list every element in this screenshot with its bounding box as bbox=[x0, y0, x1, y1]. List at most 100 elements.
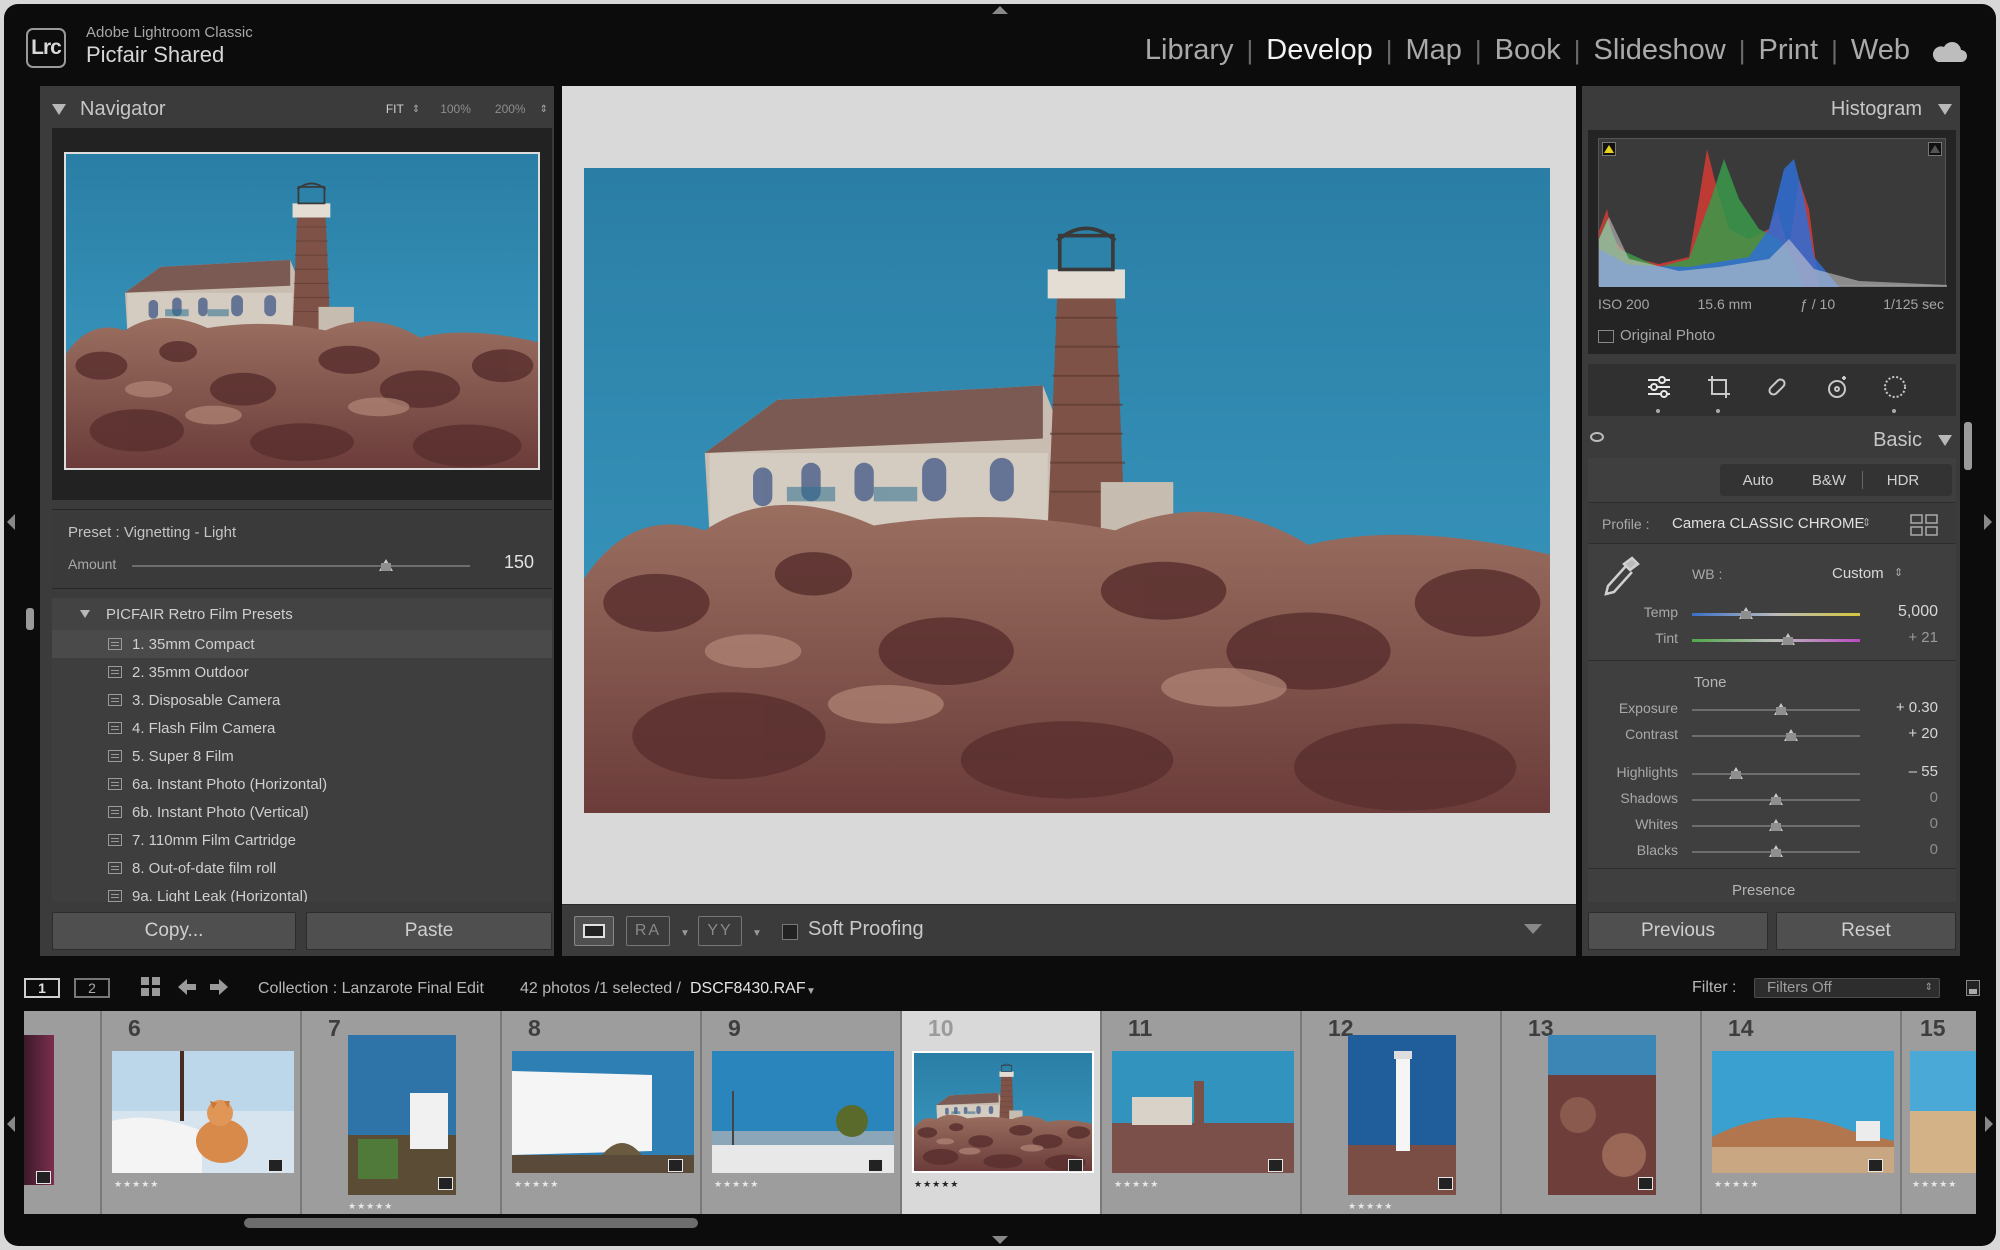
preset-item[interactable]: 5. Super 8 Film bbox=[108, 742, 552, 770]
before-after-view-icon[interactable]: RA bbox=[626, 916, 670, 946]
filmstrip-cell-selected[interactable]: 10 ★★★★★ bbox=[902, 1011, 1102, 1214]
zoom-fit[interactable]: FIT bbox=[386, 102, 404, 116]
hdr-button[interactable]: HDR bbox=[1863, 472, 1943, 489]
contrast-slider[interactable] bbox=[1692, 729, 1860, 741]
collection-name[interactable]: Collection : Lanzarote Final Edit bbox=[258, 980, 484, 998]
zoom-fit-chevron-icon[interactable]: ⇕ bbox=[412, 104, 420, 115]
filmstrip-cell[interactable]: 15 ★★★★★ bbox=[1902, 1011, 1976, 1214]
screen-1-button[interactable]: 1 bbox=[24, 978, 60, 998]
screen-2-button[interactable]: 2 bbox=[74, 978, 110, 998]
module-book[interactable]: Book bbox=[1495, 34, 1561, 67]
whites-slider[interactable] bbox=[1692, 819, 1860, 831]
toolbar-options-icon[interactable] bbox=[1524, 924, 1542, 934]
zoom-100[interactable]: 100% bbox=[440, 102, 471, 116]
collapse-triangle-icon[interactable] bbox=[52, 103, 66, 115]
right-scrollbar-handle[interactable] bbox=[1964, 422, 1972, 470]
preset-group[interactable]: PICFAIR Retro Film Presets bbox=[80, 600, 293, 628]
basic-panel-visibility-eye-icon[interactable] bbox=[1590, 432, 1604, 442]
dropdown-arrow-icon[interactable]: ▼ bbox=[680, 928, 690, 939]
filmstrip-scrollbar-handle[interactable] bbox=[244, 1218, 698, 1228]
filmstrip-cell[interactable]: 11 ★★★★★ bbox=[1102, 1011, 1302, 1214]
preset-item[interactable]: 9a. Light Leak (Horizontal) bbox=[108, 882, 552, 902]
whites-slider-thumb[interactable] bbox=[1769, 819, 1783, 831]
filmstrip-cell[interactable]: 8 ★★★★★ bbox=[502, 1011, 702, 1214]
filmstrip-left-arrow-icon[interactable] bbox=[7, 1116, 15, 1132]
shadow-clipping-icon[interactable] bbox=[1602, 142, 1616, 156]
zoom-chevron-icon[interactable]: ⇕ bbox=[540, 104, 548, 115]
filter-lock-icon[interactable] bbox=[1966, 980, 1980, 996]
edit-sliders-icon[interactable] bbox=[1646, 374, 1672, 400]
star-rating[interactable]: ★★★★★ bbox=[1714, 1179, 1759, 1190]
main-photo[interactable] bbox=[584, 168, 1550, 813]
filmstrip-thumbnail-desert[interactable] bbox=[1910, 1051, 1976, 1173]
blacks-slider-thumb[interactable] bbox=[1769, 845, 1783, 857]
temp-slider-thumb[interactable] bbox=[1738, 607, 1753, 619]
module-print[interactable]: Print bbox=[1758, 34, 1818, 67]
dropdown-arrow-icon[interactable]: ▼ bbox=[752, 928, 762, 939]
star-rating[interactable]: ★★★★★ bbox=[1912, 1179, 1957, 1190]
previous-button[interactable]: Previous bbox=[1588, 912, 1768, 950]
preset-item[interactable]: 6b. Instant Photo (Vertical) bbox=[108, 798, 552, 826]
bw-button[interactable]: B&W bbox=[1796, 472, 1862, 489]
filter-dropdown[interactable]: Filters Off ⇕ bbox=[1754, 978, 1940, 998]
highlights-slider[interactable] bbox=[1692, 767, 1860, 779]
healing-icon[interactable] bbox=[1764, 374, 1790, 400]
filmstrip-thumbnail-rocks[interactable] bbox=[1548, 1035, 1656, 1195]
zoom-200[interactable]: 200% bbox=[495, 102, 526, 116]
star-rating[interactable]: ★★★★★ bbox=[514, 1179, 559, 1190]
filmstrip-thumbnail-lighthouse[interactable] bbox=[912, 1051, 1094, 1173]
preset-item[interactable]: 4. Flash Film Camera bbox=[108, 714, 552, 742]
module-develop[interactable]: Develop bbox=[1266, 34, 1372, 67]
preset-item[interactable]: 1. 35mm Compact bbox=[52, 630, 552, 658]
filmstrip-thumbnail-promenade[interactable] bbox=[712, 1051, 894, 1173]
selected-filename[interactable]: DSCF8430.RAF bbox=[690, 980, 806, 998]
histogram-graph[interactable] bbox=[1598, 138, 1947, 287]
shadows-slider[interactable] bbox=[1692, 793, 1860, 805]
filmstrip-cell[interactable] bbox=[24, 1011, 102, 1214]
collapse-triangle-icon[interactable] bbox=[1938, 434, 1952, 446]
filmstrip-thumbnail-street[interactable] bbox=[348, 1035, 456, 1195]
star-rating[interactable]: ★★★★★ bbox=[348, 1201, 393, 1212]
filmstrip-cell[interactable]: 13 bbox=[1502, 1011, 1702, 1214]
star-rating[interactable]: ★★★★★ bbox=[714, 1179, 759, 1190]
back-arrow-icon[interactable] bbox=[176, 978, 198, 996]
blacks-slider[interactable] bbox=[1692, 845, 1860, 857]
auto-button[interactable]: Auto bbox=[1720, 472, 1796, 489]
preset-item[interactable]: 2. 35mm Outdoor bbox=[108, 658, 552, 686]
module-slideshow[interactable]: Slideshow bbox=[1594, 34, 1726, 67]
masking-icon[interactable] bbox=[1882, 374, 1908, 400]
filmstrip-thumbnail-wall[interactable] bbox=[512, 1051, 694, 1173]
contrast-slider-thumb[interactable] bbox=[1784, 729, 1799, 741]
red-eye-icon[interactable] bbox=[1824, 374, 1850, 400]
left-panel-toggle-icon[interactable] bbox=[7, 514, 15, 530]
wb-dropdown[interactable]: Custom bbox=[1832, 565, 1884, 582]
soft-proofing-checkbox[interactable] bbox=[782, 924, 798, 940]
filmstrip-cell[interactable]: 12 ★★★★★ bbox=[1302, 1011, 1502, 1214]
preset-item[interactable]: 8. Out-of-date film roll bbox=[108, 854, 552, 882]
loupe-view-icon[interactable] bbox=[574, 916, 614, 946]
preset-item[interactable]: 7. 110mm Film Cartridge bbox=[108, 826, 552, 854]
tint-slider[interactable] bbox=[1692, 633, 1860, 645]
original-photo-checkbox[interactable] bbox=[1598, 330, 1614, 343]
profile-chevron-icon[interactable]: ⇕ bbox=[1862, 516, 1871, 529]
star-rating[interactable]: ★★★★★ bbox=[1348, 1201, 1393, 1212]
group-expanded-triangle-icon[interactable] bbox=[80, 610, 90, 618]
filmstrip-cell[interactable]: 6 ★★★★★ bbox=[102, 1011, 302, 1214]
module-map[interactable]: Map bbox=[1405, 34, 1461, 67]
paste-button[interactable]: Paste bbox=[306, 912, 552, 950]
wb-eyedropper-icon[interactable] bbox=[1602, 554, 1642, 596]
star-rating[interactable]: ★★★★★ bbox=[1114, 1179, 1159, 1190]
exposure-slider[interactable] bbox=[1692, 703, 1860, 715]
amount-slider-thumb[interactable] bbox=[378, 559, 393, 571]
grid-view-icon[interactable] bbox=[140, 976, 162, 998]
top-panel-toggle[interactable] bbox=[992, 6, 1008, 14]
star-rating[interactable]: ★★★★★ bbox=[914, 1179, 959, 1190]
preset-item[interactable]: 6a. Instant Photo (Horizontal) bbox=[108, 770, 552, 798]
crop-icon[interactable] bbox=[1706, 374, 1732, 400]
amount-slider[interactable] bbox=[132, 559, 470, 571]
star-rating[interactable]: ★★★★★ bbox=[114, 1179, 159, 1190]
filmstrip-thumbnail-lighthouse-wide[interactable] bbox=[1112, 1051, 1294, 1173]
bottom-panel-toggle[interactable] bbox=[992, 1236, 1008, 1244]
histogram-header[interactable]: Histogram bbox=[1592, 94, 1952, 124]
filmstrip-thumbnail-white-lighthouse[interactable] bbox=[1348, 1035, 1456, 1195]
